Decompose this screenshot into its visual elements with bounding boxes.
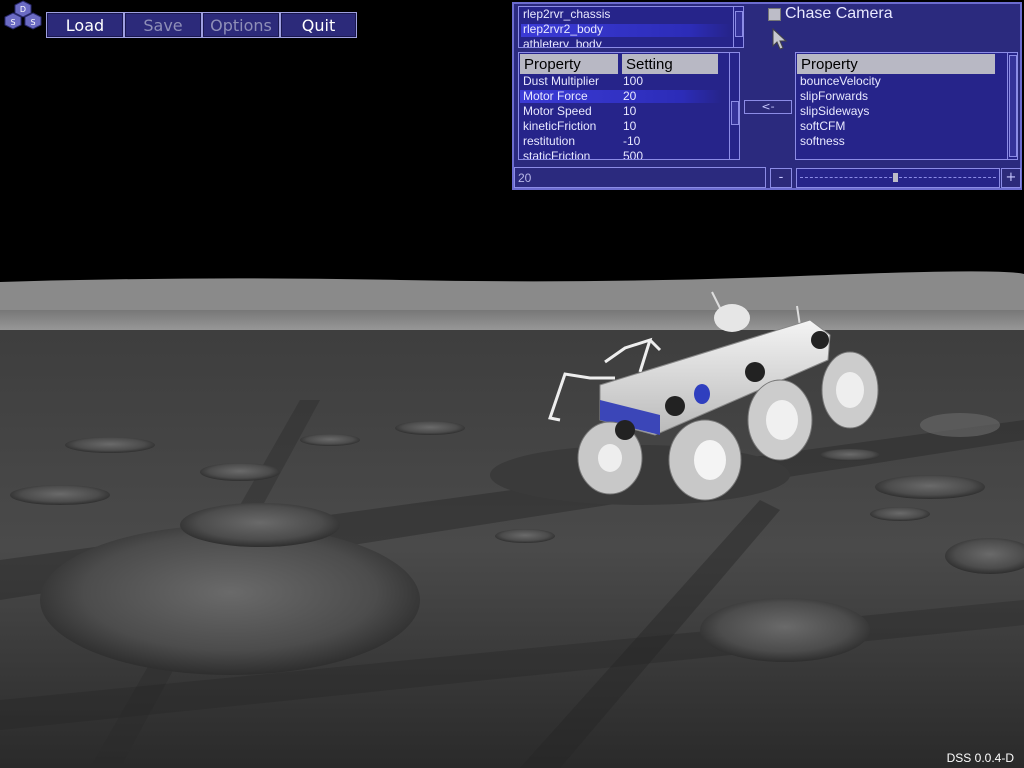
setting-row-value-selected[interactable]: 20 — [623, 89, 636, 104]
settings-scrollbar[interactable] — [729, 53, 739, 159]
setting-row-name[interactable]: Dust Multiplier — [523, 74, 599, 89]
logo-letter: D — [20, 5, 26, 14]
chase-camera-label: Chase Camera — [785, 5, 893, 22]
setting-row-name-selected[interactable]: Motor Force — [523, 89, 588, 104]
property-row[interactable]: softCFM — [800, 119, 845, 134]
dss-logo: D S S — [2, 0, 42, 32]
object-list-item[interactable]: rlep2rvr_chassis — [523, 7, 610, 22]
value-slider[interactable] — [796, 168, 1000, 188]
property-row[interactable]: bounceVelocity — [800, 74, 881, 89]
setting-row-value[interactable]: 10 — [623, 104, 636, 119]
chase-camera-checkbox[interactable] — [768, 8, 781, 21]
increment-button[interactable]: + — [1001, 168, 1021, 188]
value-input-text: 20 — [518, 171, 532, 185]
crater — [495, 529, 555, 543]
setting-row-value[interactable]: 500 — [623, 149, 643, 159]
crater — [180, 503, 340, 547]
ridge-band — [0, 310, 1024, 332]
logo-letter: S — [10, 18, 15, 27]
move-property-button[interactable]: <- — [744, 100, 792, 114]
property-row[interactable]: slipSideways — [800, 104, 869, 119]
property-row[interactable]: slipForwards — [800, 89, 868, 104]
options-button[interactable]: Options — [202, 12, 280, 38]
setting-row-name[interactable]: kineticFriction — [523, 119, 596, 134]
crater — [820, 449, 880, 461]
load-button[interactable]: Load — [46, 12, 124, 38]
object-list-item-selected[interactable]: rlep2rvr2_body — [523, 22, 603, 37]
property-editor-panel: rlep2rvr_chassis rlep2rvr2_body athleter… — [512, 2, 1022, 190]
crater — [870, 507, 930, 521]
quit-button[interactable]: Quit — [280, 12, 357, 38]
mouse-cursor-icon — [772, 28, 788, 50]
setting-row-value[interactable]: 100 — [623, 74, 643, 89]
crater — [10, 485, 110, 505]
properties-scrollbar[interactable] — [1007, 53, 1017, 159]
setting-row-name[interactable]: restitution — [523, 134, 575, 149]
property-row[interactable]: softness — [800, 134, 845, 149]
crater — [700, 598, 870, 662]
crater — [40, 525, 420, 675]
crater — [875, 475, 985, 499]
setting-row-value[interactable]: -10 — [623, 134, 640, 149]
scrollbar-thumb[interactable] — [735, 11, 743, 37]
property-column-header[interactable]: Property — [797, 54, 995, 74]
save-button[interactable]: Save — [124, 12, 202, 38]
property-column-header[interactable]: Property — [520, 54, 618, 74]
setting-row-value[interactable]: 10 — [623, 119, 636, 134]
setting-row-name[interactable]: staticFriction — [523, 149, 590, 159]
setting-column-header[interactable]: Setting — [622, 54, 718, 74]
crater — [65, 437, 155, 453]
crater — [300, 434, 360, 446]
object-list-item[interactable]: athleterv_body — [523, 37, 602, 47]
object-list-scrollbar[interactable] — [733, 7, 743, 47]
settings-table[interactable]: Property Setting Dust Multiplier 100 Mot… — [518, 52, 740, 160]
scrollbar-thumb[interactable] — [1009, 55, 1017, 157]
decrement-button[interactable]: - — [770, 168, 792, 188]
value-input[interactable]: 20 — [514, 167, 766, 188]
setting-row-name[interactable]: Motor Speed — [523, 104, 592, 119]
crater — [395, 421, 465, 435]
crater — [200, 463, 280, 481]
object-list[interactable]: rlep2rvr_chassis rlep2rvr2_body athleter… — [518, 6, 744, 48]
slider-thumb[interactable] — [893, 173, 898, 182]
scrollbar-thumb[interactable] — [731, 101, 739, 125]
logo-letter: S — [30, 18, 35, 27]
version-label: DSS 0.0.4-D — [946, 751, 1014, 765]
slider-track — [800, 177, 996, 180]
available-properties-table[interactable]: Property bounceVelocity slipForwards sli… — [795, 52, 1018, 160]
